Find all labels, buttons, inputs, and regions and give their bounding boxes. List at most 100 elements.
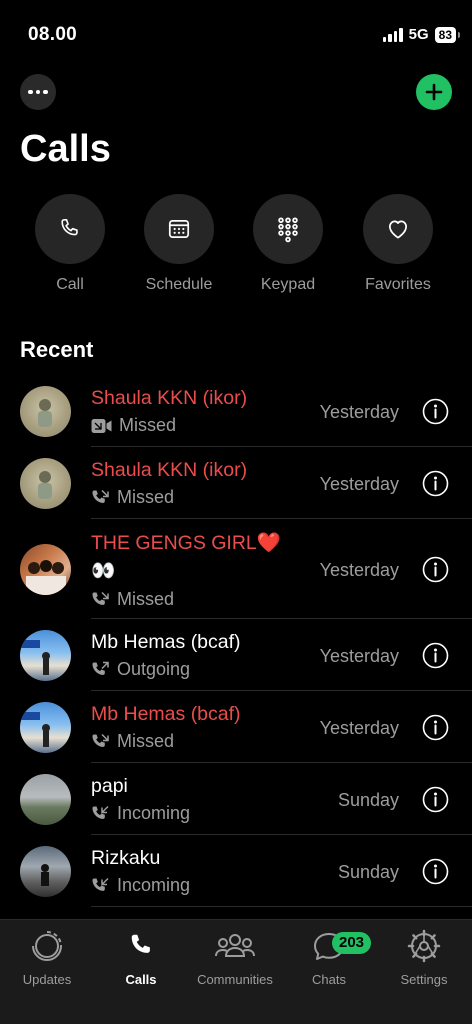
contact-name: THE GENGS GIRL❤️ — [91, 532, 282, 554]
recent-section-title: Recent — [20, 337, 94, 362]
call-time: Yesterday — [319, 646, 399, 666]
updates-icon — [32, 931, 62, 961]
action-favorites-circle[interactable] — [363, 194, 433, 264]
call-status-label: Incoming — [117, 803, 191, 823]
contact-name: papi — [91, 775, 128, 797]
battery-icon: 83 — [434, 26, 461, 43]
action-call-circle[interactable] — [35, 194, 105, 264]
info-icon[interactable] — [422, 398, 449, 425]
call-status-label: Incoming — [117, 875, 191, 895]
action-keypad-label: Keypad — [260, 276, 316, 293]
status-time: 08.00 — [28, 24, 78, 45]
call-status: Missed — [91, 589, 174, 610]
contact-name: Rizkaku — [91, 847, 161, 869]
settings-icon — [407, 929, 441, 963]
info-icon[interactable] — [422, 556, 449, 583]
call-status-label: Missed — [117, 589, 175, 609]
action-call-label: Call — [56, 276, 84, 293]
phone-icon — [131, 934, 150, 953]
action-favorites[interactable]: Favorites — [353, 194, 443, 294]
avatar — [20, 702, 71, 753]
action-call[interactable]: Call — [25, 194, 115, 294]
incoming-call-icon — [92, 877, 109, 891]
tab-bar: Updates Calls Communities 203 Chats Sett… — [0, 919, 472, 1024]
call-status-label: Missed — [119, 415, 177, 435]
call-row[interactable]: papi Incoming Sunday — [0, 763, 472, 835]
network-type: 5G — [408, 26, 429, 43]
phone-icon — [61, 218, 78, 236]
status-indicators: 5G 83 — [382, 26, 461, 43]
tab-calls-label: Calls — [125, 972, 157, 987]
tab-settings[interactable]: Settings — [377, 928, 471, 987]
action-keypad[interactable]: Keypad — [243, 194, 333, 294]
call-row[interactable]: Mb Hemas (bcaf) Missed Yesterday — [0, 691, 472, 763]
plus-icon — [425, 83, 443, 101]
call-row[interactable]: Shaula KKN (ikor) Missed Yesterday — [0, 447, 472, 519]
contact-name: Shaula KKN (ikor) — [91, 387, 248, 409]
call-row[interactable]: THE GENGS GIRL❤️ 👀 Missed Yesterday — [0, 519, 472, 619]
recent-calls-list: Shaula KKN (ikor) Missed Yesterday Shaul… — [0, 375, 472, 907]
missed-call-icon — [92, 489, 109, 503]
status-bar: 08.00 5G 83 — [0, 0, 472, 70]
action-schedule-label: Schedule — [145, 276, 213, 293]
action-schedule[interactable]: Schedule — [134, 194, 224, 294]
calendar-icon — [168, 220, 190, 238]
info-icon[interactable] — [422, 470, 449, 497]
info-icon[interactable] — [422, 642, 449, 669]
avatar — [20, 846, 71, 897]
video-call-icon — [91, 418, 112, 433]
outgoing-call-icon — [92, 661, 109, 675]
tab-communities[interactable]: Communities — [188, 928, 282, 987]
call-status-label: Missed — [117, 731, 175, 751]
new-call-button[interactable] — [416, 74, 452, 110]
contact-name: Shaula KKN (ikor) — [91, 459, 248, 481]
call-status: Missed — [91, 487, 174, 508]
contact-name-line2: 👀 — [91, 560, 116, 582]
info-icon[interactable] — [422, 786, 449, 813]
call-status: Incoming — [91, 875, 190, 896]
action-schedule-circle[interactable] — [144, 194, 214, 264]
quick-actions: Call Schedule Keypad Favorites — [0, 194, 472, 304]
call-status: Outgoing — [91, 659, 190, 680]
avatar — [20, 386, 71, 437]
communities-icon — [215, 934, 255, 957]
call-status-label: Outgoing — [117, 659, 191, 679]
unread-badge: 203 — [332, 932, 372, 954]
tab-updates-label: Updates — [22, 972, 72, 987]
call-row[interactable]: Rizkaku Incoming Sunday — [0, 835, 472, 907]
action-keypad-circle[interactable] — [253, 194, 323, 264]
call-time: Yesterday — [319, 560, 399, 580]
tab-updates[interactable]: Updates — [0, 928, 94, 987]
call-row[interactable]: Shaula KKN (ikor) Missed Yesterday — [0, 375, 472, 447]
action-favorites-label: Favorites — [365, 276, 431, 293]
call-status-label: Missed — [117, 487, 175, 507]
avatar — [20, 544, 71, 595]
page-title: Calls — [20, 128, 111, 170]
contact-name: Mb Hemas (bcaf) — [91, 631, 241, 653]
avatar — [20, 774, 71, 825]
info-icon[interactable] — [422, 858, 449, 885]
call-time: Yesterday — [319, 402, 399, 422]
row-divider — [91, 906, 472, 907]
incoming-call-icon — [92, 805, 109, 819]
call-row[interactable]: Mb Hemas (bcaf) Outgoing Yesterday — [0, 619, 472, 691]
more-options-button[interactable] — [20, 74, 56, 110]
contact-name: Mb Hemas (bcaf) — [91, 703, 241, 725]
tab-chats[interactable]: 203 Chats — [282, 928, 376, 987]
tab-calls[interactable]: Calls — [94, 928, 188, 987]
missed-call-icon — [92, 733, 109, 747]
avatar — [20, 458, 71, 509]
tab-chats-label: Chats — [312, 972, 346, 987]
tab-communities-label: Communities — [197, 972, 273, 987]
call-status: Missed — [91, 731, 174, 752]
call-time: Sunday — [337, 862, 399, 882]
signal-icon — [382, 27, 403, 42]
heart-icon — [389, 220, 407, 239]
call-status: Incoming — [91, 803, 190, 824]
avatar — [20, 630, 71, 681]
info-icon[interactable] — [422, 714, 449, 741]
call-time: Yesterday — [319, 474, 399, 494]
tab-settings-label: Settings — [400, 972, 448, 987]
call-time: Yesterday — [319, 718, 399, 738]
missed-call-icon — [92, 591, 109, 605]
